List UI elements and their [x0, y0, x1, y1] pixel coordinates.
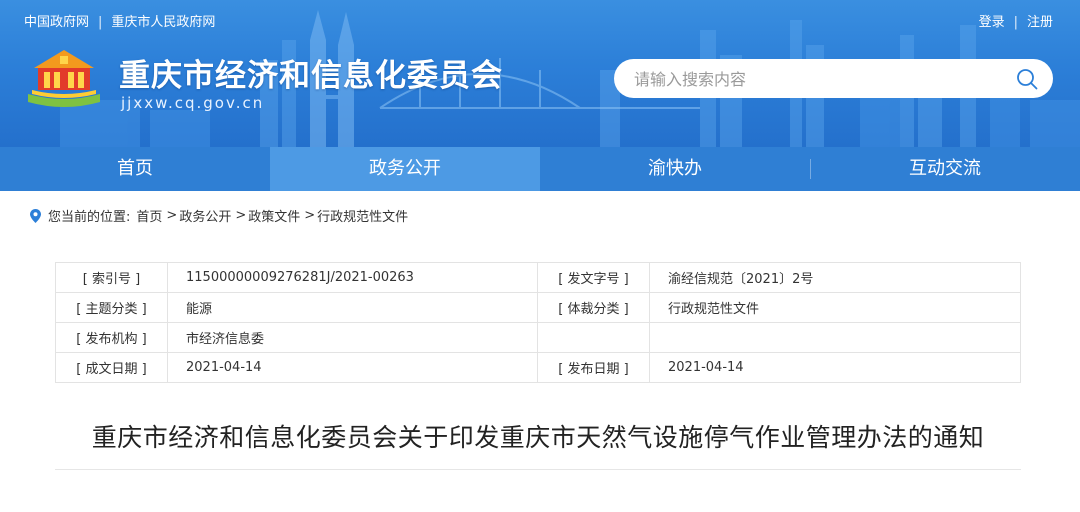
- search-box: [614, 59, 1053, 100]
- breadcrumb-policy-documents[interactable]: 政策文件: [248, 206, 300, 225]
- link-chongqing-gov[interactable]: 重庆市人民政府网: [111, 15, 215, 30]
- site-title[interactable]: 重庆市经济和信息化委员会: [119, 50, 503, 95]
- link-separator: |: [98, 15, 103, 30]
- meta-label-index: [ 索引号 ]: [55, 262, 168, 293]
- table-row: [ 成文日期 ] 2021-04-14 [ 发布日期 ] 2021-04-14: [55, 352, 1021, 383]
- document-title: 重庆市经济和信息化委员会关于印发重庆市天然气设施停气作业管理办法的通知: [91, 423, 985, 452]
- meta-value-publisher: 市经济信息委: [167, 322, 538, 353]
- meta-value-topic: 能源: [167, 292, 538, 323]
- breadcrumb-separator: >: [166, 208, 178, 223]
- meta-value-index: 11500000009276281J/2021-00263: [167, 262, 538, 293]
- search-icon[interactable]: [1016, 68, 1038, 90]
- breadcrumb-government-affairs[interactable]: 政务公开: [179, 206, 231, 225]
- nav-home[interactable]: 首页: [0, 147, 270, 191]
- title-divider: [55, 469, 1021, 470]
- search-input[interactable]: [632, 59, 1006, 100]
- meta-label-topic: [ 主题分类 ]: [55, 292, 168, 323]
- site-logo-icon[interactable]: [24, 46, 104, 112]
- meta-label-publisher: [ 发布机构 ]: [55, 322, 168, 353]
- nav-government-affairs[interactable]: 政务公开: [270, 147, 540, 191]
- top-links-right: 登录 | 注册: [979, 11, 1053, 30]
- meta-label-publish-date: [ 发布日期 ]: [537, 352, 650, 383]
- register-link[interactable]: 注册: [1027, 15, 1053, 30]
- link-china-gov[interactable]: 中国政府网: [24, 15, 89, 30]
- breadcrumb-separator: >: [304, 208, 316, 223]
- main-nav: 首页 政务公开 渝快办 互动交流: [0, 147, 1080, 191]
- meta-label-written-date: [ 成文日期 ]: [55, 352, 168, 383]
- login-link[interactable]: 登录: [979, 15, 1005, 30]
- meta-value-empty: [649, 322, 1021, 353]
- document-meta-table: [ 索引号 ] 11500000009276281J/2021-00263 [ …: [55, 262, 1021, 383]
- breadcrumb-home[interactable]: 首页: [136, 206, 162, 225]
- table-row: [ 发布机构 ] 市经济信息委: [55, 322, 1021, 353]
- breadcrumb-prefix: 您当前的位置:: [48, 210, 131, 225]
- meta-label-genre: [ 体裁分类 ]: [537, 292, 650, 323]
- table-row: [ 索引号 ] 11500000009276281J/2021-00263 [ …: [55, 262, 1021, 293]
- nav-interaction[interactable]: 互动交流: [810, 147, 1080, 191]
- meta-value-publish-date: 2021-04-14: [649, 352, 1021, 383]
- meta-label-doc-number: [ 发文字号 ]: [537, 262, 650, 293]
- meta-value-written-date: 2021-04-14: [167, 352, 538, 383]
- table-row: [ 主题分类 ] 能源 [ 体裁分类 ] 行政规范性文件: [55, 292, 1021, 323]
- breadcrumb-separator: >: [235, 208, 247, 223]
- meta-value-genre: 行政规范性文件: [649, 292, 1021, 323]
- top-links-left: 中国政府网 | 重庆市人民政府网: [24, 11, 215, 30]
- link-separator: |: [1013, 15, 1018, 30]
- nav-yukuaiban[interactable]: 渝快办: [540, 147, 810, 191]
- meta-label-empty: [537, 322, 650, 353]
- breadcrumb: 您当前的位置: 首页 > 政务公开 > 政策文件 > 行政规范性文件: [30, 206, 408, 225]
- meta-value-doc-number: 渝经信规范〔2021〕2号: [649, 262, 1021, 293]
- site-domain: jjxxw.cq.gov.cn: [121, 94, 265, 112]
- location-pin-icon: [30, 208, 41, 223]
- breadcrumb-normative-documents[interactable]: 行政规范性文件: [317, 206, 408, 225]
- header-banner: 中国政府网 | 重庆市人民政府网 登录 | 注册 重庆市经济和信息化委员会 jjxxw.…: [0, 0, 1080, 147]
